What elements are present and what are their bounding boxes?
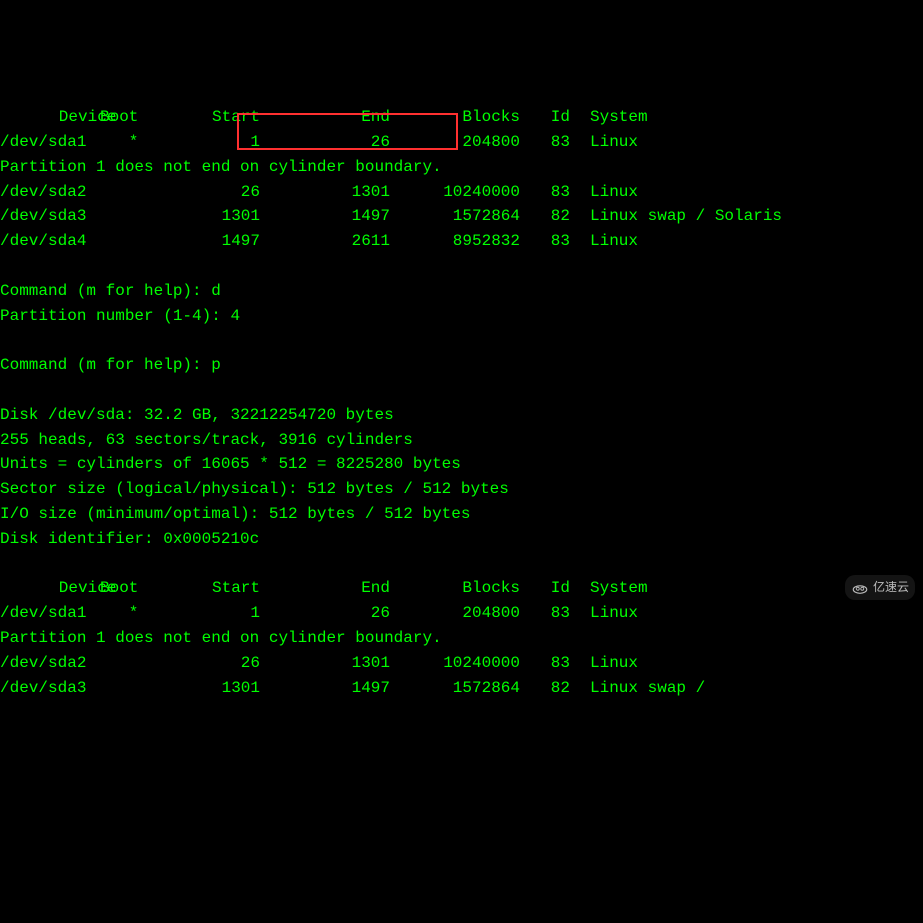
cell-blocks: 204800 <box>390 130 520 155</box>
col-blocks: Blocks <box>390 105 520 130</box>
cell-start: 1301 <box>150 676 260 701</box>
cell-system: Linux <box>570 651 638 676</box>
cell-blocks: 1572864 <box>390 676 520 701</box>
terminal-output: DeviceBootStartEndBlocksIdSystem/dev/sda… <box>0 105 923 700</box>
disk-info-line: Disk identifier: 0x0005210c <box>0 527 923 552</box>
col-blocks: Blocks <box>390 576 520 601</box>
cell-id: 82 <box>520 204 570 229</box>
cell-blocks: 8952832 <box>390 229 520 254</box>
cell-blocks: 1572864 <box>390 204 520 229</box>
cell-blocks: 10240000 <box>390 180 520 205</box>
blank-line <box>0 552 923 577</box>
col-end: End <box>260 576 390 601</box>
cell-id: 83 <box>520 229 570 254</box>
table-row: /dev/sda1 *12620480083Linux <box>0 130 923 155</box>
cell-id: 83 <box>520 180 570 205</box>
col-system: System <box>570 105 648 130</box>
disk-info-line: Sector size (logical/physical): 512 byte… <box>0 477 923 502</box>
col-start: Start <box>150 576 260 601</box>
col-device: Device <box>0 576 100 601</box>
command-delete: Command (m for help): d <box>0 279 923 304</box>
cell-start: 1 <box>150 601 260 626</box>
cell-boot: * <box>100 130 150 155</box>
cell-system: Linux <box>570 130 638 155</box>
col-id: Id <box>520 576 570 601</box>
cell-end: 2611 <box>260 229 390 254</box>
cell-blocks: 10240000 <box>390 651 520 676</box>
disk-info-line: I/O size (minimum/optimal): 512 bytes / … <box>0 502 923 527</box>
table-row: /dev/sda1 *12620480083Linux <box>0 601 923 626</box>
cell-boot <box>100 676 150 701</box>
col-system: System <box>570 576 648 601</box>
disk-info-line: Disk /dev/sda: 32.2 GB, 32212254720 byte… <box>0 403 923 428</box>
partition-table-header: DeviceBootStartEndBlocksIdSystem <box>0 576 923 601</box>
cell-end: 1497 <box>260 676 390 701</box>
cell-end: 1301 <box>260 651 390 676</box>
cell-device: /dev/sda1 <box>0 601 100 626</box>
partition-table-header: DeviceBootStartEndBlocksIdSystem <box>0 105 923 130</box>
cell-system: Linux swap / <box>570 676 715 701</box>
cell-system: Linux swap / Solaris <box>570 204 782 229</box>
col-boot: Boot <box>100 576 150 601</box>
cell-device: /dev/sda3 <box>0 676 100 701</box>
col-id: Id <box>520 105 570 130</box>
cell-system: Linux <box>570 601 638 626</box>
cell-boot <box>100 180 150 205</box>
boundary-warning: Partition 1 does not end on cylinder bou… <box>0 155 923 180</box>
cell-device: /dev/sda1 <box>0 130 100 155</box>
boundary-warning: Partition 1 does not end on cylinder bou… <box>0 626 923 651</box>
cell-end: 26 <box>260 130 390 155</box>
blank-line <box>0 254 923 279</box>
col-start: Start <box>150 105 260 130</box>
table-row: /dev/sda4 14972611895283283Linux <box>0 229 923 254</box>
cell-device: /dev/sda2 <box>0 180 100 205</box>
command-print: Command (m for help): p <box>0 353 923 378</box>
table-row: /dev/sda2 2613011024000083Linux <box>0 651 923 676</box>
cell-boot <box>100 204 150 229</box>
table-row: /dev/sda3 13011497157286482Linux swap / … <box>0 204 923 229</box>
cell-start: 26 <box>150 180 260 205</box>
blank-line <box>0 328 923 353</box>
cell-system: Linux <box>570 180 638 205</box>
col-boot: Boot <box>100 105 150 130</box>
cell-id: 83 <box>520 651 570 676</box>
cell-id: 83 <box>520 130 570 155</box>
cloud-icon <box>851 582 869 594</box>
cell-end: 1497 <box>260 204 390 229</box>
partition-number-prompt: Partition number (1-4): 4 <box>0 304 923 329</box>
cell-start: 1301 <box>150 204 260 229</box>
cell-start: 26 <box>150 651 260 676</box>
cell-system: Linux <box>570 229 638 254</box>
cell-boot <box>100 229 150 254</box>
cell-end: 26 <box>260 601 390 626</box>
cell-device: /dev/sda3 <box>0 204 100 229</box>
cell-start: 1497 <box>150 229 260 254</box>
cell-end: 1301 <box>260 180 390 205</box>
cell-boot: * <box>100 601 150 626</box>
cell-device: /dev/sda4 <box>0 229 100 254</box>
cell-id: 82 <box>520 676 570 701</box>
watermark-text: 亿速云 <box>873 578 909 597</box>
disk-info-line: 255 heads, 63 sectors/track, 3916 cylind… <box>0 428 923 453</box>
cell-device: /dev/sda2 <box>0 651 100 676</box>
col-device: Device <box>0 105 100 130</box>
table-row: /dev/sda3 13011497157286482Linux swap / <box>0 676 923 701</box>
disk-info-line: Units = cylinders of 16065 * 512 = 82252… <box>0 452 923 477</box>
col-end: End <box>260 105 390 130</box>
cell-blocks: 204800 <box>390 601 520 626</box>
watermark: 亿速云 <box>845 575 915 600</box>
cell-id: 83 <box>520 601 570 626</box>
blank-line <box>0 378 923 403</box>
table-row: /dev/sda2 2613011024000083Linux <box>0 180 923 205</box>
cell-start: 1 <box>150 130 260 155</box>
cell-boot <box>100 651 150 676</box>
